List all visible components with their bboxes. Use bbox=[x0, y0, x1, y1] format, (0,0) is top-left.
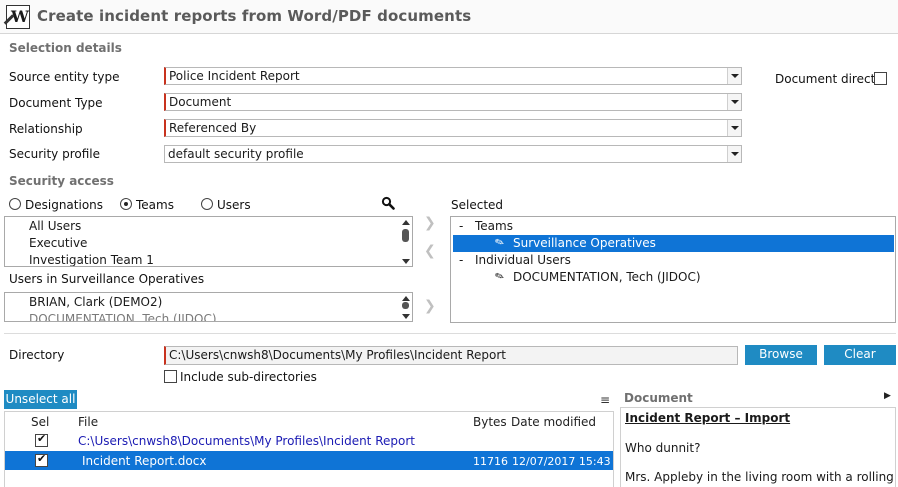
window-title: Create incident reports from Word/PDF do… bbox=[37, 7, 472, 25]
scrollbar[interactable] bbox=[401, 295, 410, 321]
title-bar: W Create incident reports from Word/PDF … bbox=[0, 0, 898, 34]
security-profile-value: default security profile bbox=[168, 147, 304, 161]
security-profile-label: Security profile bbox=[9, 147, 100, 161]
document-direct-checkbox[interactable] bbox=[874, 72, 887, 85]
list-item[interactable]: All Users bbox=[29, 219, 81, 233]
document-direct-label: Document direct bbox=[775, 72, 876, 86]
preview-line: Who dunnit? bbox=[625, 441, 701, 455]
radio-users-label: Users bbox=[217, 198, 251, 212]
column-header-sel[interactable]: Sel bbox=[31, 415, 49, 429]
document-type-label: Document Type bbox=[9, 96, 103, 110]
column-header-file[interactable]: File bbox=[78, 415, 98, 429]
tree-group-users[interactable]: Individual Users bbox=[475, 253, 571, 267]
selection-details-heading: Selection details bbox=[9, 41, 122, 55]
radio-designations[interactable] bbox=[9, 198, 21, 210]
document-type-value: Document bbox=[169, 95, 232, 109]
tree-item-label: Surveillance Operatives bbox=[513, 236, 656, 250]
scroll-thumb[interactable] bbox=[402, 302, 409, 309]
selected-label: Selected bbox=[451, 198, 504, 212]
row-checkbox[interactable] bbox=[35, 432, 48, 447]
chevron-down-icon[interactable] bbox=[727, 120, 741, 136]
chevron-down-icon[interactable] bbox=[727, 68, 741, 84]
scroll-thumb[interactable] bbox=[402, 229, 409, 242]
radio-teams-label: Teams bbox=[136, 198, 174, 212]
collapse-icon[interactable]: - bbox=[459, 253, 463, 267]
scroll-down-icon[interactable] bbox=[402, 314, 410, 319]
users-in-team-label: Users in Surveillance Operatives bbox=[9, 272, 205, 286]
radio-users[interactable] bbox=[201, 198, 213, 210]
security-access-heading: Security access bbox=[9, 174, 114, 188]
browse-button[interactable]: Browse bbox=[745, 345, 817, 365]
preview-title: Incident Report – Import bbox=[625, 411, 791, 425]
chevron-down-icon[interactable] bbox=[727, 94, 741, 110]
pencil-icon: ✎ bbox=[493, 234, 507, 251]
remove-chevron-left-icon[interactable]: ❮ bbox=[424, 243, 436, 259]
list-item[interactable]: Executive bbox=[29, 236, 87, 250]
clear-button[interactable]: Clear bbox=[824, 345, 896, 365]
directory-label: Directory bbox=[9, 348, 65, 362]
scrollbar[interactable] bbox=[401, 219, 410, 266]
column-header-bytes[interactable]: Bytes bbox=[473, 415, 507, 429]
tree-item-selected[interactable]: ✎ Surveillance Operatives bbox=[453, 235, 894, 252]
preview-line: Mrs. Appleby in the living room with a r… bbox=[625, 470, 896, 484]
file-name: Incident Report.docx bbox=[82, 454, 207, 468]
add-user-chevron-right-icon[interactable]: ❯ bbox=[424, 298, 436, 314]
column-header-date[interactable]: Date modified bbox=[511, 415, 596, 429]
tree-item-user[interactable]: DOCUMENTATION, Tech (JIDOC) bbox=[513, 270, 701, 284]
row-checkbox[interactable] bbox=[35, 452, 48, 467]
source-entity-type-select[interactable]: Police Incident Report bbox=[164, 67, 742, 85]
relationship-value: Referenced By bbox=[169, 121, 257, 135]
unselect-all-button[interactable]: Unselect all bbox=[4, 390, 77, 409]
directory-input[interactable]: C:\Users\cnwsh8\Documents\My Profiles\In… bbox=[164, 346, 738, 365]
list-item[interactable]: DOCUMENTATION, Tech (JIDOC) bbox=[29, 312, 217, 321]
radio-designations-label: Designations bbox=[25, 198, 104, 212]
list-item[interactable]: Investigation Team 1 bbox=[29, 253, 154, 266]
collapse-icon[interactable]: - bbox=[459, 219, 463, 233]
document-type-select[interactable]: Document bbox=[164, 93, 742, 111]
include-subdirectories-checkbox[interactable] bbox=[164, 370, 177, 383]
scroll-up-icon[interactable] bbox=[402, 296, 410, 301]
add-chevron-right-icon[interactable]: ❯ bbox=[424, 215, 436, 231]
divider bbox=[4, 333, 896, 334]
teams-list[interactable]: All Users Executive Investigation Team 1 bbox=[4, 216, 413, 267]
chevron-down-icon[interactable] bbox=[727, 146, 741, 162]
search-icon[interactable] bbox=[381, 196, 395, 210]
expand-arrow-icon[interactable]: ▶ bbox=[884, 391, 891, 401]
word-document-icon: W bbox=[3, 5, 30, 29]
pencil-icon: ✎ bbox=[493, 268, 507, 285]
document-preview-heading: Document bbox=[624, 391, 693, 405]
source-entity-type-label: Source entity type bbox=[9, 70, 120, 84]
security-profile-select[interactable]: default security profile bbox=[164, 145, 742, 163]
table-row-folder[interactable]: C:\Users\cnwsh8\Documents\My Profiles\In… bbox=[78, 434, 415, 448]
file-bytes: 11716 bbox=[473, 455, 508, 468]
source-entity-type-value: Police Incident Report bbox=[169, 69, 300, 83]
tree-group-teams[interactable]: Teams bbox=[475, 219, 513, 233]
list-item[interactable]: BRIAN, Clark (DEMO2) bbox=[29, 295, 162, 309]
relationship-select[interactable]: Referenced By bbox=[164, 119, 742, 137]
scroll-down-icon[interactable] bbox=[402, 259, 410, 264]
radio-teams[interactable] bbox=[120, 198, 132, 210]
column-menu-icon[interactable]: ≡ bbox=[600, 393, 610, 407]
scroll-up-icon[interactable] bbox=[402, 220, 410, 225]
document-preview: Incident Report – Import Who dunnit? Mrs… bbox=[620, 407, 896, 487]
include-subdirectories-label: Include sub-directories bbox=[180, 370, 317, 384]
users-list[interactable]: BRIAN, Clark (DEMO2) DOCUMENTATION, Tech… bbox=[4, 292, 413, 322]
relationship-label: Relationship bbox=[9, 122, 83, 136]
file-date: 12/07/2017 15:43 bbox=[512, 455, 611, 468]
selected-tree[interactable]: - Teams ✎ Surveillance Operatives - Indi… bbox=[450, 216, 896, 323]
